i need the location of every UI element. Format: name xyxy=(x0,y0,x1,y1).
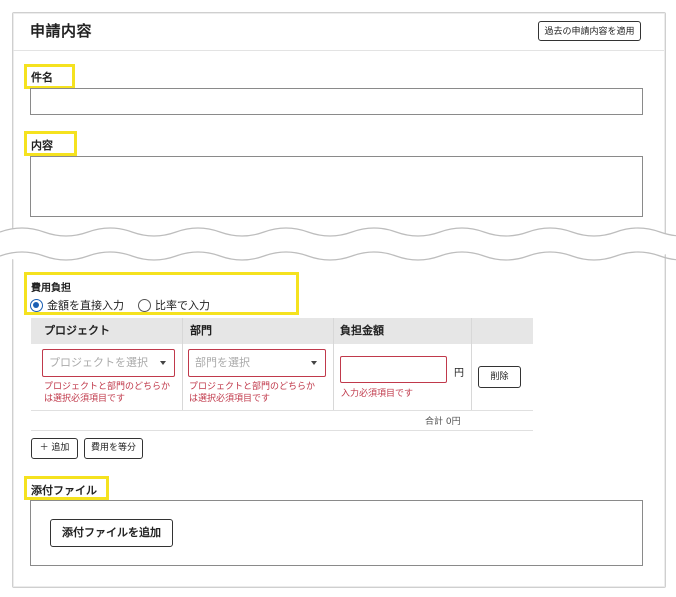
cost-input-mode: 金額を直接入力 比率で入力 xyxy=(30,297,210,313)
chevron-down-icon xyxy=(311,361,317,365)
add-row-button[interactable]: ＋ 追加 xyxy=(31,438,78,459)
amount-error: 入力必須項目です xyxy=(341,389,414,399)
cost-table-header: プロジェクト 部門 負担金額 xyxy=(31,318,533,344)
apply-past-request-button[interactable]: 過去の申請内容を適用 xyxy=(538,21,641,41)
department-select[interactable]: 部門を選択 xyxy=(188,349,326,377)
department-error: プロジェクトと部門のどちらか は選択必須項目です xyxy=(189,382,316,404)
content-label: 内容 xyxy=(31,139,53,152)
add-attachment-button[interactable]: 添付ファイルを追加 xyxy=(50,519,173,547)
amount-input[interactable] xyxy=(340,356,447,383)
radio-direct-amount[interactable] xyxy=(30,298,43,312)
cost-label: 費用負担 xyxy=(31,283,71,294)
delete-row-button[interactable]: 削除 xyxy=(478,366,521,388)
project-select-placeholder: プロジェクトを選択 xyxy=(49,356,148,369)
radio-direct-amount-label: 金額を直接入力 xyxy=(47,299,124,312)
radio-ratio-label: 比率で入力 xyxy=(155,299,210,312)
radio-ratio[interactable] xyxy=(138,298,151,312)
project-select[interactable]: プロジェクトを選択 xyxy=(42,349,175,377)
attachment-label: 添付ファイル xyxy=(31,484,97,497)
project-error: プロジェクトと部門のどちらか は選択必須項目です xyxy=(44,382,171,404)
subject-input[interactable] xyxy=(30,88,643,115)
header-divider xyxy=(13,50,664,51)
page-title: 申請内容 xyxy=(30,22,93,40)
currency-label: 円 xyxy=(454,368,464,379)
cost-total: 合計 0円 xyxy=(425,417,461,427)
chevron-down-icon xyxy=(160,361,166,365)
equal-split-button[interactable]: 費用を等分 xyxy=(84,438,143,459)
column-project: プロジェクト xyxy=(44,324,110,337)
subject-label: 件名 xyxy=(31,71,53,84)
column-amount: 負担金額 xyxy=(340,324,384,337)
section-break xyxy=(0,227,676,261)
column-department: 部門 xyxy=(190,324,212,337)
content-textarea[interactable] xyxy=(30,156,643,217)
department-select-placeholder: 部門を選択 xyxy=(195,356,250,369)
